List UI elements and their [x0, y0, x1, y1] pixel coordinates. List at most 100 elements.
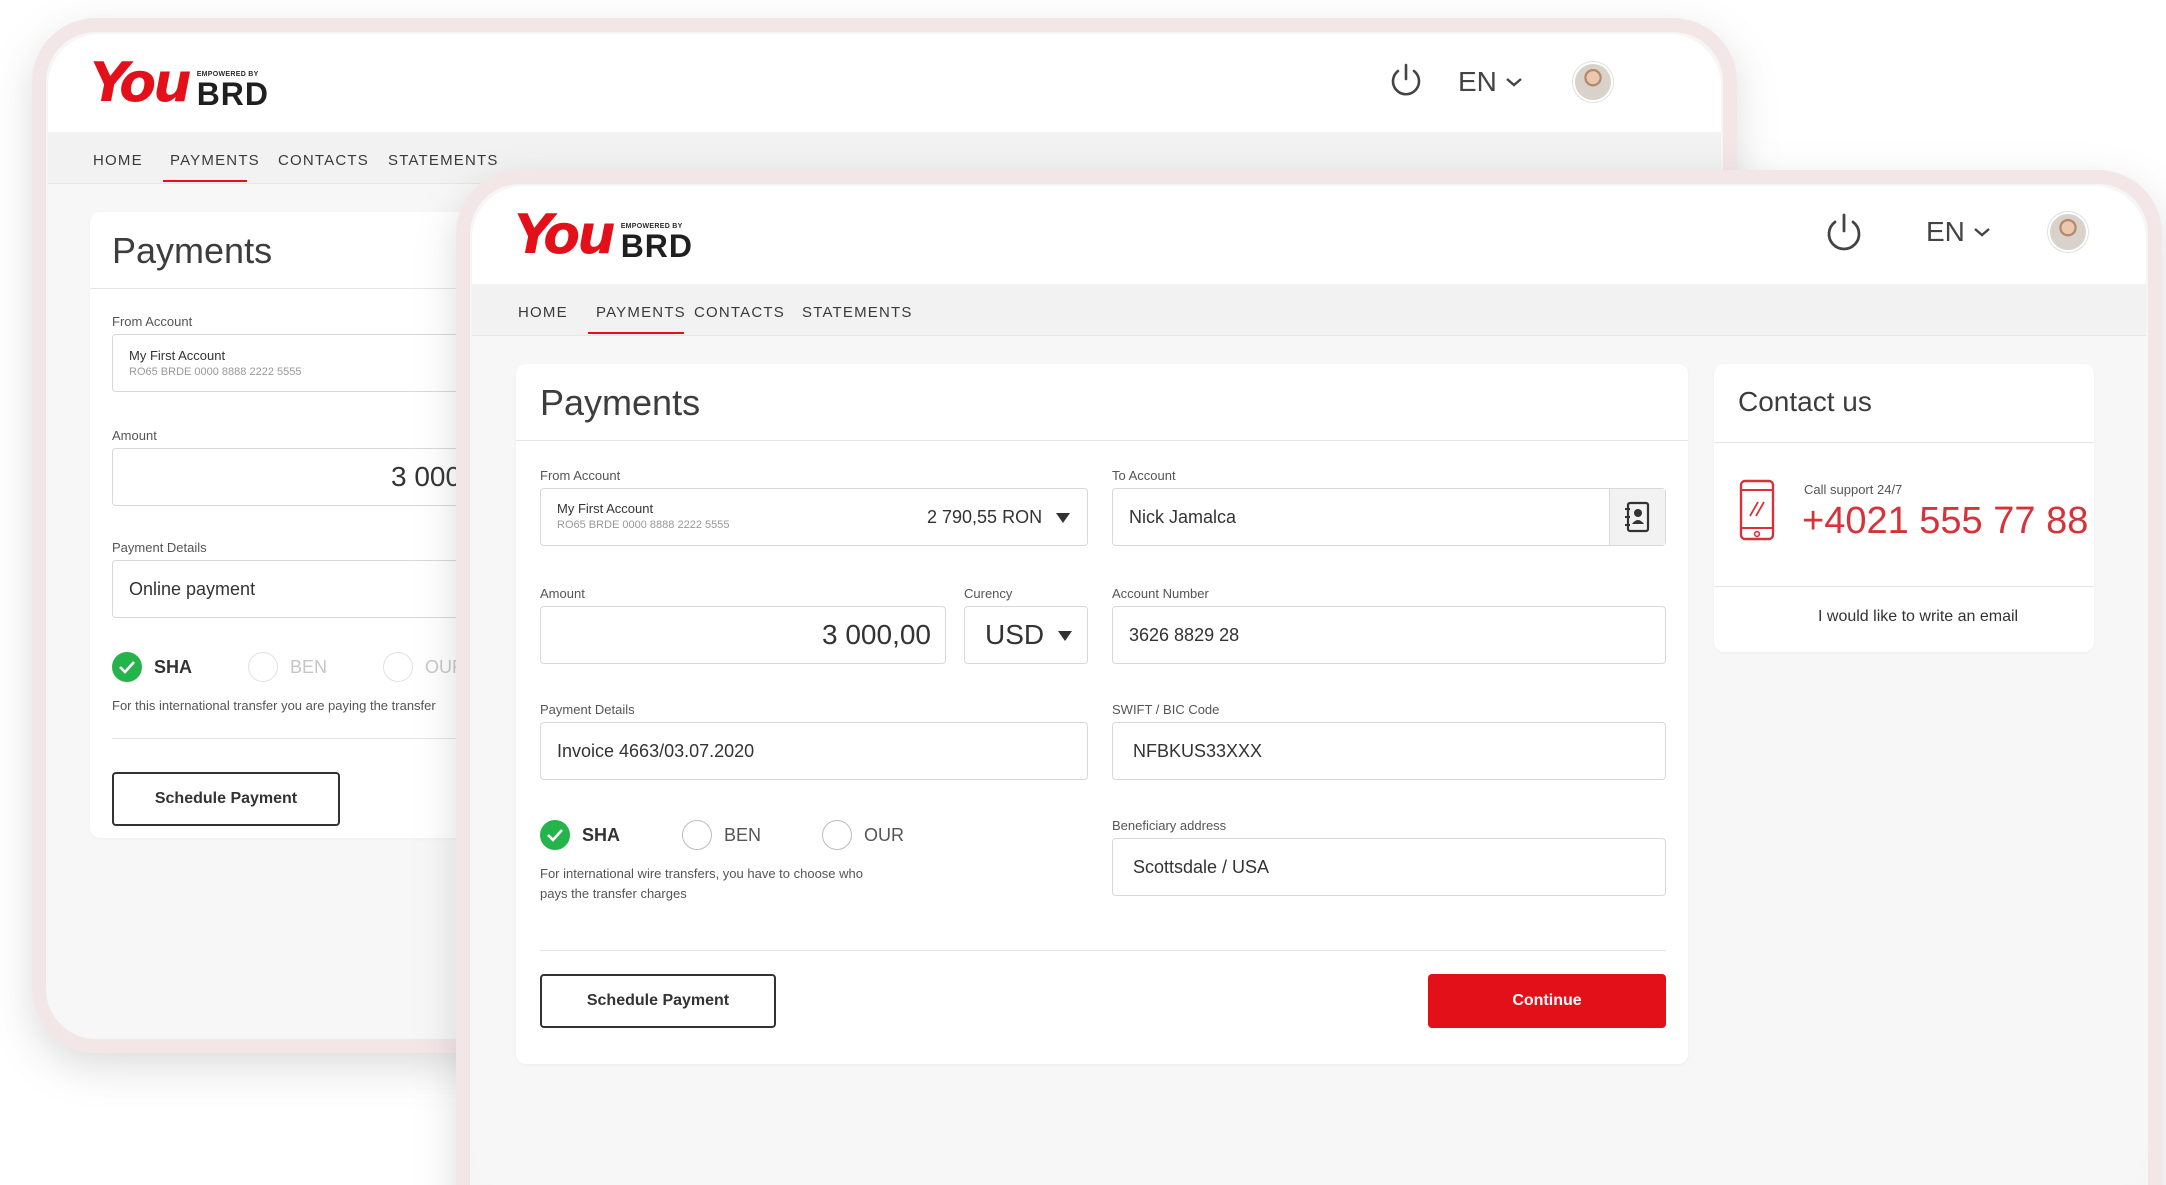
swift-input[interactable]: NFBKUS33XXX: [1112, 722, 1666, 780]
radio-circle: [682, 820, 712, 850]
nav-active-underline: [588, 332, 684, 334]
swift-label: SWIFT / BIC Code: [1112, 702, 1220, 717]
logo-you: You: [90, 51, 192, 114]
mobile-phone-icon: [1739, 479, 1775, 541]
payment-details-value: Invoice 4663/03.07.2020: [557, 741, 755, 761]
contacts-book-button[interactable]: [1609, 489, 1665, 545]
nav-contacts[interactable]: CONTACTS: [278, 152, 369, 169]
power-button[interactable]: [1388, 62, 1424, 100]
nav-statements[interactable]: STATEMENTS: [388, 152, 499, 169]
amount-value: 3 000,00: [822, 619, 931, 650]
caret-down-icon: [1056, 513, 1070, 523]
account-number-value: 3626 8829 28: [1129, 625, 1240, 645]
page-title: Payments: [112, 230, 273, 271]
caret-down-icon: [1058, 631, 1072, 641]
language-value: EN: [1458, 66, 1497, 97]
nav-statements[interactable]: STATEMENTS: [802, 304, 913, 321]
support-label: Call support 24/7: [1804, 482, 1903, 497]
charge-ben-label: BEN: [724, 824, 762, 845]
to-account-input[interactable]: Nick Jamalca: [1112, 488, 1666, 546]
front-window: You EMPOWERED BY BRD EN HOME PAYMENTS CO…: [456, 170, 2162, 1185]
radio-circle: [383, 652, 413, 682]
nav-home[interactable]: HOME: [518, 304, 568, 321]
charge-sha-label: SHA: [582, 824, 621, 845]
logo-you: You: [514, 203, 616, 266]
beneficiary-address-input[interactable]: Scottsdale / USA: [1112, 838, 1666, 896]
avatar[interactable]: [2048, 212, 2088, 252]
from-account-label: From Account: [540, 468, 621, 483]
amount-input[interactable]: 3 000,00: [540, 606, 946, 664]
language-selector[interactable]: EN: [1458, 66, 1523, 98]
title-divider: [516, 440, 1688, 441]
charges-note-line1: For international wire transfers, you ha…: [540, 866, 864, 881]
charge-sha-radio[interactable]: SHA: [540, 820, 620, 850]
schedule-payment-button[interactable]: Schedule Payment: [112, 772, 340, 826]
charge-our-radio[interactable]: OUR: [822, 820, 904, 850]
page-title: Payments: [540, 382, 701, 423]
brand-logo[interactable]: You EMPOWERED BY BRD: [514, 203, 693, 266]
avatar[interactable]: [1573, 62, 1613, 102]
nav-payments[interactable]: PAYMENTS: [596, 304, 686, 321]
back-header: You EMPOWERED BY BRD EN: [48, 34, 1721, 132]
schedule-payment-button[interactable]: Schedule Payment: [540, 974, 776, 1028]
form-divider: [540, 950, 1666, 951]
language-selector[interactable]: EN: [1926, 216, 1991, 248]
power-icon: [1827, 213, 1861, 251]
payment-details-value: Online payment: [129, 579, 256, 599]
charge-our-label: OUR: [864, 824, 904, 845]
from-account-iban: RO65 BRDE 0000 8888 2222 5555: [557, 519, 730, 531]
logo-right: EMPOWERED BY BRD: [621, 223, 693, 262]
from-account-select[interactable]: My First Account RO65 BRDE 0000 8888 222…: [540, 488, 1088, 546]
to-account-value: Nick Jamalca: [1129, 507, 1237, 527]
account-number-input[interactable]: 3626 8829 28: [1112, 606, 1666, 664]
front-window-screen: You EMPOWERED BY BRD EN HOME PAYMENTS CO…: [472, 186, 2146, 1185]
contact-card: Contact us Call support 24/7 +4021 555 7…: [1714, 364, 2094, 652]
charge-sha-radio[interactable]: SHA: [112, 652, 192, 682]
check-icon: [112, 652, 142, 682]
contact-divider-top: [1714, 442, 2094, 443]
beneficiary-address-value: Scottsdale / USA: [1133, 857, 1270, 877]
chevron-down-icon: [1974, 228, 1990, 237]
charge-ben-radio[interactable]: BEN: [248, 652, 327, 682]
check-icon: [540, 820, 570, 850]
payment-details-label: Payment Details: [540, 702, 635, 717]
amount-label: Amount: [112, 428, 157, 443]
charges-note-line2: pays the transfer charges: [540, 886, 687, 901]
continue-button[interactable]: Continue: [1428, 974, 1666, 1028]
chevron-down-icon: [1506, 78, 1522, 87]
currency-select[interactable]: USD: [964, 606, 1088, 664]
currency-value: USD: [985, 619, 1045, 650]
to-account-label: To Account: [1112, 468, 1176, 483]
charge-our-radio[interactable]: OUR: [383, 652, 465, 682]
nav-home[interactable]: HOME: [93, 152, 143, 169]
from-account-name: My First Account: [129, 348, 226, 363]
charge-ben-label: BEN: [290, 656, 328, 677]
logo-bank: BRD: [196, 76, 270, 112]
support-phone[interactable]: +4021 555 77 88: [1802, 500, 2088, 543]
payments-card: Payments From Account My First Account R…: [516, 364, 1688, 1064]
from-account-label: From Account: [112, 314, 193, 329]
language-value: EN: [1926, 216, 1965, 247]
write-email-link[interactable]: I would like to write an email: [1818, 608, 2018, 626]
charge-ben-radio[interactable]: BEN: [682, 820, 761, 850]
front-navbar: HOME PAYMENTS CONTACTS STATEMENTS: [472, 284, 2146, 336]
contacts-book-icon: [1624, 501, 1649, 533]
payment-details-label: Payment Details: [112, 540, 207, 555]
from-account-balance: 2 790,55 RON: [927, 507, 1043, 527]
radio-circle: [248, 652, 278, 682]
payment-details-input[interactable]: Invoice 4663/03.07.2020: [540, 722, 1088, 780]
front-header: You EMPOWERED BY BRD EN: [472, 186, 2146, 284]
account-number-label: Account Number: [1112, 586, 1209, 601]
power-button[interactable]: [1824, 212, 1864, 254]
nav-payments[interactable]: PAYMENTS: [170, 152, 260, 169]
brand-logo[interactable]: You EMPOWERED BY BRD: [90, 51, 269, 114]
nav-active-underline: [163, 180, 247, 182]
contact-title: Contact us: [1738, 386, 1872, 417]
logo-right: EMPOWERED BY BRD: [197, 71, 269, 110]
power-icon: [1391, 63, 1421, 96]
from-account-iban: RO65 BRDE 0000 8888 2222 5555: [129, 366, 302, 378]
radio-circle: [822, 820, 852, 850]
charge-sha-label: SHA: [154, 656, 193, 677]
nav-contacts[interactable]: CONTACTS: [694, 304, 785, 321]
amount-label: Amount: [540, 586, 585, 601]
